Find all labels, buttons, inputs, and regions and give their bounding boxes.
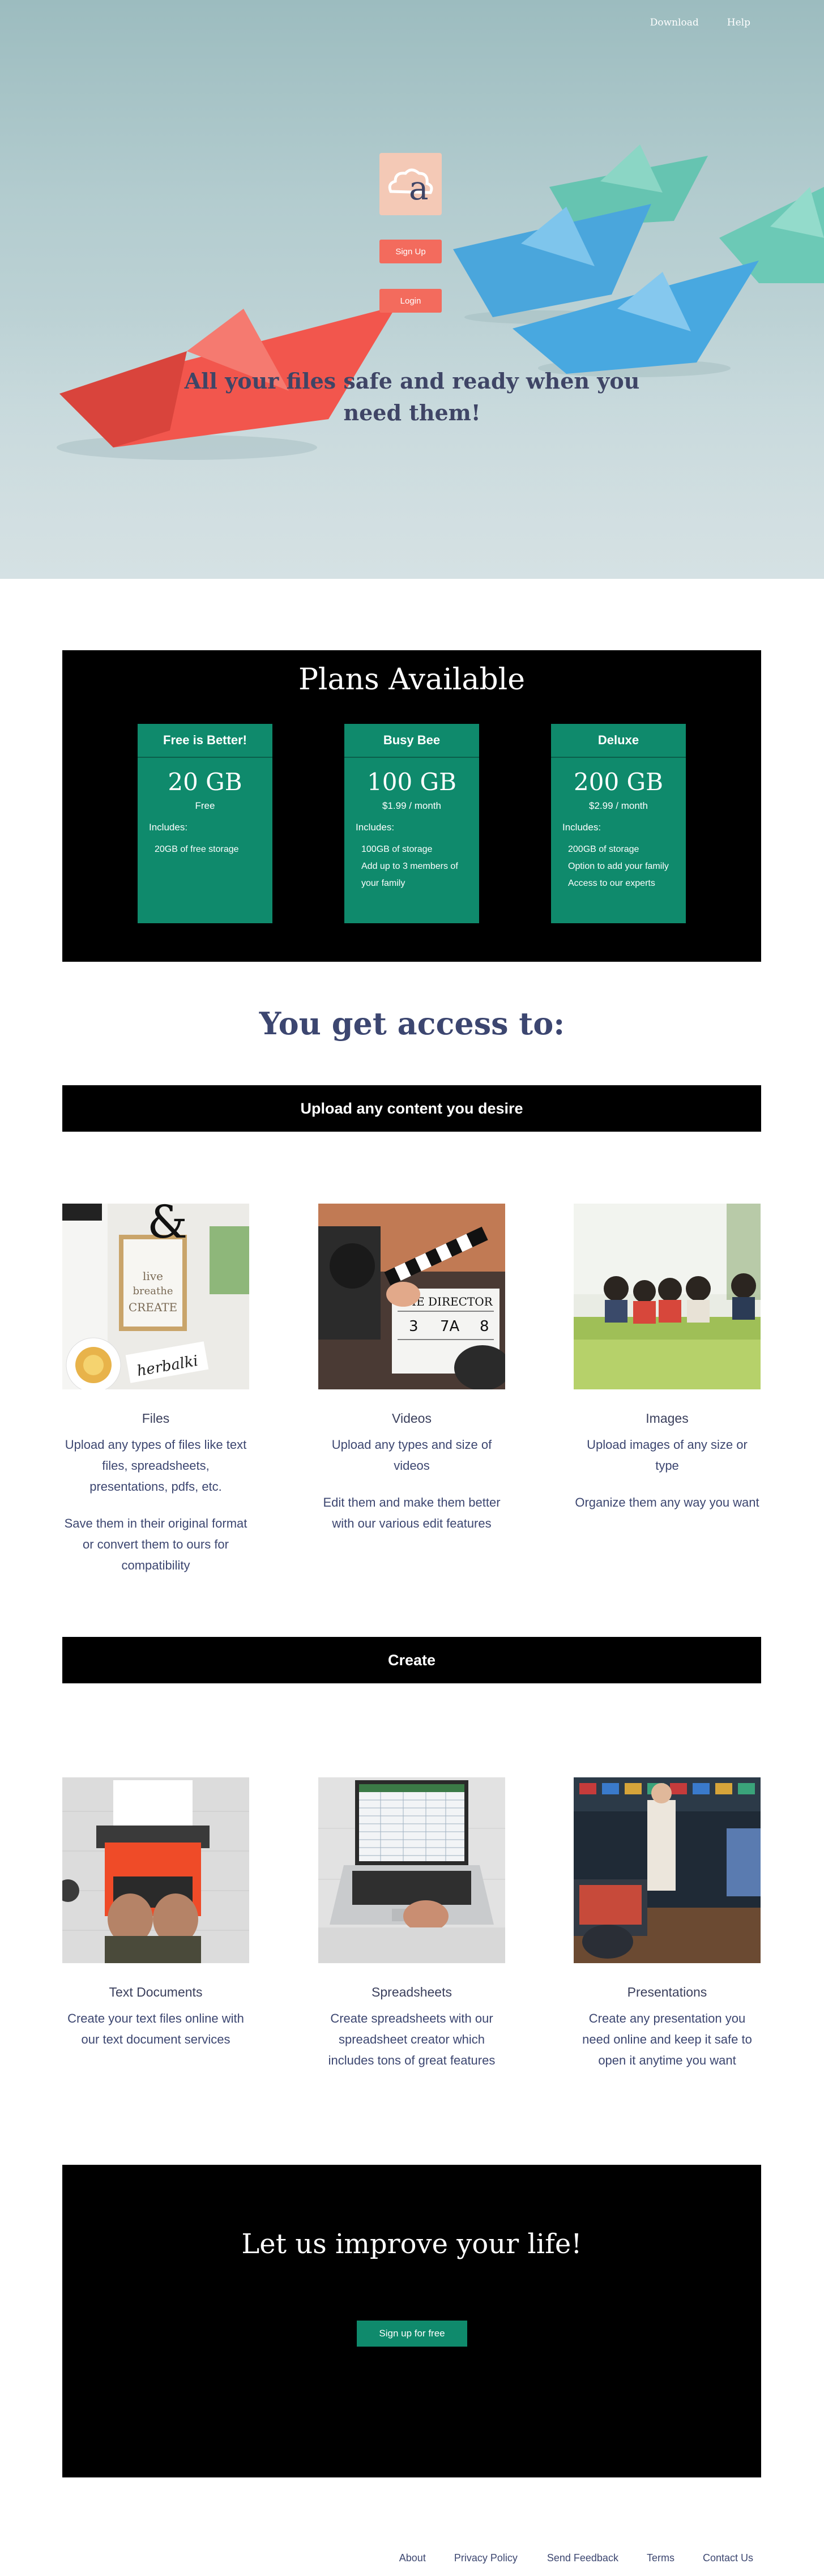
videos-photo: THE DIRECTOR 3 7A 8 xyxy=(318,1204,505,1389)
plan-size: 20 GB xyxy=(168,768,242,796)
hero-section: Download Help a Sign Up Login All your f… xyxy=(0,0,824,579)
plan-price: $2.99 / month xyxy=(589,800,648,811)
clapper-number: 8 xyxy=(480,1318,489,1335)
text-documents-photo xyxy=(62,1777,249,1963)
plan-feature: 20GB of free storage xyxy=(155,845,239,854)
nav-help-link[interactable]: Help xyxy=(727,17,750,28)
cta-heading: Let us improve your life! xyxy=(241,2228,582,2260)
card-description-extra: Save them in their original format or co… xyxy=(64,1516,247,1572)
feature-card-spreadsheets: Spreadsheets Create spreadsheets with ou… xyxy=(318,1777,505,2071)
card-description: Create spreadsheets with our spreadsheet… xyxy=(328,2011,496,2067)
card-description: Upload images of any size or type xyxy=(587,1438,748,1473)
card-description: Upload any types and size of videos xyxy=(331,1438,492,1473)
plan-feature: 100GB of storage xyxy=(361,845,433,854)
card-title: Spreadsheets xyxy=(372,1985,452,1999)
card-title: Text Documents xyxy=(109,1985,203,1999)
upload-section-bar: Upload any content you desire xyxy=(62,1085,761,1132)
cloud-logo-icon: a xyxy=(388,168,433,207)
feature-card-presentations: Presentations Create any presentation yo… xyxy=(574,1777,761,2071)
poster-text-line: CREATE xyxy=(129,1300,177,1314)
card-description: Create any presentation you need online … xyxy=(582,2011,752,2067)
footer-about-link[interactable]: About xyxy=(399,2552,426,2564)
plan-price: Free xyxy=(195,800,215,811)
card-description-extra: Organize them any way you want xyxy=(575,1495,759,1509)
footer-contact-link[interactable]: Contact Us xyxy=(703,2552,753,2564)
signup-button[interactable]: Sign Up xyxy=(379,240,442,263)
images-photo xyxy=(574,1204,761,1389)
card-title: Images xyxy=(646,1411,689,1426)
plans-heading: Plans Available xyxy=(298,663,526,697)
plan-card-deluxe[interactable]: Deluxe 200 GB $2.99 / month Includes: 20… xyxy=(551,724,686,923)
signup-free-button[interactable]: Sign up for free xyxy=(357,2321,467,2347)
plan-feature: Option to add your family xyxy=(568,861,669,871)
plan-includes-label: Includes: xyxy=(149,822,188,833)
footer-privacy-link[interactable]: Privacy Policy xyxy=(454,2552,518,2564)
nav-download-link[interactable]: Download xyxy=(650,17,699,28)
feature-card-videos: THE DIRECTOR 3 7A 8 Videos Upload any ty… xyxy=(318,1204,505,1534)
plan-card-free[interactable]: Free is Better! 20 GB Free Includes: 20G… xyxy=(138,724,272,923)
plan-includes-label: Includes: xyxy=(562,822,601,833)
feature-card-files: live breathe CREATE & herbalki Files Upl… xyxy=(62,1204,249,1576)
friends-on-grass-image xyxy=(574,1204,761,1389)
film-clapperboard-image: THE DIRECTOR 3 7A 8 xyxy=(318,1204,505,1389)
presentations-photo xyxy=(574,1777,761,1963)
footer-terms-link[interactable]: Terms xyxy=(647,2552,674,2564)
plan-name: Deluxe xyxy=(551,724,686,758)
plan-feature: Access to our experts xyxy=(568,878,655,888)
app-logo: a xyxy=(379,153,442,215)
typewriter-image xyxy=(62,1777,249,1963)
plan-feature: Add up to 3 members of your family xyxy=(361,861,458,888)
access-heading: You get access to: xyxy=(259,1005,565,1042)
logo-letter: a xyxy=(409,169,429,207)
card-title: Files xyxy=(142,1411,170,1426)
clapper-number: 3 xyxy=(409,1318,419,1335)
poster-text-line: breathe xyxy=(133,1285,173,1297)
business-meeting-image xyxy=(574,1777,761,1963)
feature-card-text-documents: Text Documents Create your text files on… xyxy=(62,1777,249,2050)
plan-size: 100 GB xyxy=(367,768,456,796)
card-description-extra: Edit them and make them better with our … xyxy=(323,1495,501,1530)
clapper-number: 7A xyxy=(440,1318,460,1335)
top-nav: Download Help xyxy=(650,17,750,28)
cta-section: Let us improve your life! Sign up for fr… xyxy=(62,2165,761,2477)
hero-title: All your files safe and ready when you n… xyxy=(184,368,640,425)
plan-name: Busy Bee xyxy=(344,724,479,758)
plan-price: $1.99 / month xyxy=(382,800,441,811)
plan-feature-list: 200GB of storage Option to add your fami… xyxy=(568,841,676,892)
typography-desk-image: live breathe CREATE & herbalki xyxy=(62,1204,249,1389)
login-button[interactable]: Login xyxy=(379,289,442,313)
plan-feature: 200GB of storage xyxy=(568,845,639,854)
card-description: Upload any types of files like text file… xyxy=(65,1438,247,1494)
poster-text-line: live xyxy=(143,1269,163,1283)
create-section-bar: Create xyxy=(62,1637,761,1683)
feature-card-images: Images Upload images of any size or type… xyxy=(574,1204,761,1513)
card-title: Presentations xyxy=(627,1985,707,1999)
spreadsheets-photo xyxy=(318,1777,505,1963)
plan-feature-list: 100GB of storage Add up to 3 members of … xyxy=(361,841,469,892)
ampersand-text: & xyxy=(147,1204,187,1248)
plan-includes-label: Includes: xyxy=(356,822,395,833)
plan-feature-list: 20GB of free storage xyxy=(155,841,262,858)
card-description: Create your text files online with our t… xyxy=(67,2011,244,2046)
laptop-spreadsheet-image xyxy=(318,1777,505,1963)
plan-size: 200 GB xyxy=(574,768,663,796)
plan-name: Free is Better! xyxy=(138,724,272,758)
footer-nav: About Privacy Policy Send Feedback Terms… xyxy=(371,2552,753,2564)
card-title: Videos xyxy=(392,1411,432,1426)
footer-feedback-link[interactable]: Send Feedback xyxy=(547,2552,618,2564)
files-photo: live breathe CREATE & herbalki xyxy=(62,1204,249,1389)
plan-card-busy-bee[interactable]: Busy Bee 100 GB $1.99 / month Includes: … xyxy=(344,724,479,923)
plans-section: Plans Available Free is Better! 20 GB Fr… xyxy=(62,650,761,962)
